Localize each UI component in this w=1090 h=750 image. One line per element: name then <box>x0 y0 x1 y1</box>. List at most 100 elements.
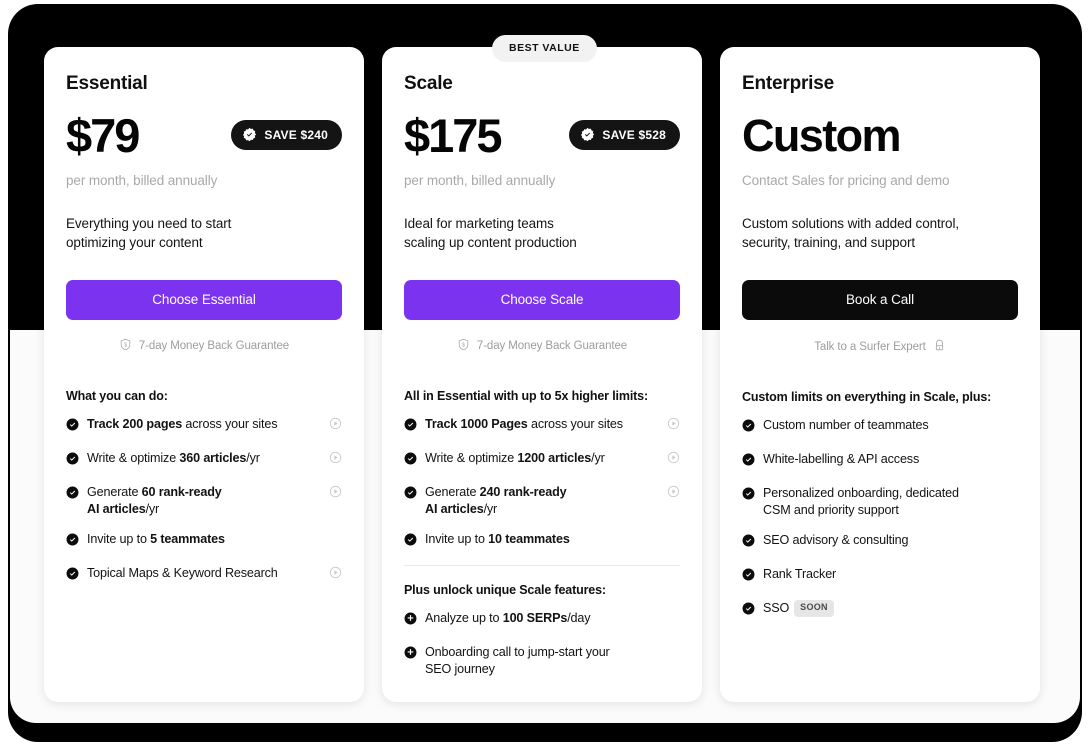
assurance-row: $7-day Money Back Guarantee <box>66 338 342 354</box>
feature-item: White-labelling & API access <box>742 451 1018 471</box>
play-circle-icon[interactable] <box>329 451 342 464</box>
check-circle-icon <box>742 419 755 432</box>
feature-bullet-icon <box>66 418 79 436</box>
feature-bullet-icon <box>66 452 79 470</box>
check-circle-icon <box>66 568 79 580</box>
feature-label: White-labelling & API access <box>763 452 920 466</box>
best-value-badge: BEST VALUE <box>492 35 597 62</box>
feature-item: Personalized onboarding, dedicated CSM an… <box>742 485 1018 518</box>
feature-label: Write & optimize 1200 articles/yr <box>425 451 605 465</box>
plan-name: Essential <box>66 73 148 94</box>
money-back-shield-icon: $ <box>120 338 131 351</box>
feature-item: Custom number of teammates <box>742 417 1018 437</box>
feature-bullet-icon <box>404 533 417 551</box>
assurance-label[interactable]: Talk to a Surfer Expert <box>814 341 926 353</box>
features-title: Custom limits on everything in Scale, pl… <box>742 390 992 404</box>
feature-label: Track 1000 Pages across your sites <box>425 417 623 431</box>
features-block: All in Essential with up to 5x higher li… <box>404 389 680 678</box>
play-circle-icon[interactable] <box>667 417 680 430</box>
plus-circle-icon <box>404 647 417 659</box>
plan-name: Scale <box>404 73 453 94</box>
svg-text:$: $ <box>462 342 465 348</box>
verified-seal-icon <box>243 127 257 142</box>
assurance-label: 7-day Money Back Guarantee <box>476 340 628 352</box>
billing-note: per month, billed annually <box>404 173 556 188</box>
feature-item: SSO SOON <box>742 600 1018 620</box>
feature-bullet-icon <box>742 534 755 552</box>
pricing-card-essential: Essential $79 SAVE $240 per month, billed a… <box>44 47 364 702</box>
play-circle-icon[interactable] <box>329 485 342 498</box>
surfer-expert-icon <box>935 339 943 351</box>
save-badge-label: SAVE $528 <box>602 127 666 142</box>
pricing-page: BEST VALUE Essential $79 SAVE $240 per mont… <box>0 0 1090 750</box>
assurance-row: Talk to a Surfer Expert <box>742 338 1018 355</box>
feature-label: Write & optimize 360 articles/yr <box>87 451 260 465</box>
feature-label: SEO advisory & consulting <box>763 533 909 548</box>
pricing-card-enterprise: Enterprise Custom Contact Sales for pricin… <box>720 47 1040 702</box>
feature-item: Invite up to 5 teammates <box>66 531 342 551</box>
feature-label: SSO SOON <box>763 600 834 618</box>
svg-text:$: $ <box>124 342 127 348</box>
billing-note: per month, billed annually <box>66 173 218 188</box>
feature-label: Track 200 pages across your sites <box>87 417 278 431</box>
feature-item: Generate 60 rank-ready AI articles/yr <box>66 484 342 517</box>
check-circle-icon <box>404 418 417 431</box>
feature-label: Rank Tracker <box>763 567 837 582</box>
check-circle-icon <box>742 535 755 547</box>
features-title: All in Essential with up to 5x higher li… <box>404 389 648 403</box>
check-circle-icon <box>742 453 755 466</box>
pricing-cards-container: Essential $79 SAVE $240 per month, billed a… <box>0 0 1090 750</box>
feature-item: SEO advisory & consulting <box>742 532 1018 552</box>
play-circle-icon[interactable] <box>667 485 680 498</box>
cta-button-scale[interactable]: Choose Scale <box>404 280 680 320</box>
feature-item: Track 1000 Pages across your sites <box>404 416 680 436</box>
plan-description: Custom solutions with added control, secu… <box>742 216 960 251</box>
feature-item: Write & optimize 1200 articles/yr <box>404 450 680 470</box>
play-circle-icon[interactable] <box>667 451 680 464</box>
save-badge: SAVE $240 <box>231 120 342 150</box>
feature-item: Write & optimize 360 articles/yr <box>66 450 342 470</box>
money-back-shield-icon: $ <box>457 338 470 354</box>
check-circle-icon <box>404 486 417 499</box>
feature-label: Topical Maps & Keyword Research <box>87 566 278 581</box>
plan-name: Enterprise <box>742 73 834 94</box>
feature-label: Generate 240 rank-ready AI articles/yr <box>425 485 567 516</box>
check-circle-icon <box>742 603 755 615</box>
feature-bullet-icon <box>66 486 79 504</box>
feature-item: Analyze up to 100 SERPs/day <box>404 610 680 630</box>
extra-features-title: Plus unlock unique Scale features: <box>404 583 606 598</box>
feature-bullet-icon <box>742 487 755 505</box>
plan-price: Custom <box>742 109 902 161</box>
plus-circle-icon <box>404 613 417 625</box>
cta-button-essential[interactable]: Choose Essential <box>66 280 342 320</box>
check-circle-icon <box>404 452 417 465</box>
features-block: Custom limits on everything in Scale, pl… <box>742 390 1018 620</box>
feature-label: Personalized onboarding, dedicated CSM an… <box>763 486 959 517</box>
feature-item: Generate 240 rank-ready AI articles/yr <box>404 484 680 517</box>
feature-item: Rank Tracker <box>742 566 1018 586</box>
extra-features-block: Plus unlock unique Scale features: Analyz… <box>404 583 680 677</box>
check-circle-icon <box>742 487 755 500</box>
feature-bullet-icon <box>404 486 417 504</box>
check-circle-icon <box>66 452 79 465</box>
feature-label: Custom number of teammates <box>763 418 929 432</box>
feature-bullet-icon <box>742 453 755 471</box>
feature-bullet-icon <box>66 567 79 585</box>
price-row: Custom <box>742 109 1018 161</box>
plan-description: Ideal for marketing teams scaling up cont… <box>404 216 577 251</box>
save-badge-label: SAVE $240 <box>264 127 328 142</box>
play-circle-icon[interactable] <box>329 566 342 579</box>
play-circle-icon[interactable] <box>329 417 342 430</box>
plan-price: $79 <box>66 108 140 162</box>
check-circle-icon <box>404 534 417 546</box>
check-circle-icon <box>742 569 755 581</box>
money-back-shield-icon: $ <box>119 338 132 354</box>
check-circle-icon <box>66 418 79 431</box>
save-badge: SAVE $528 <box>569 120 680 150</box>
features-title: What you can do: <box>66 389 168 403</box>
feature-bullet-icon <box>742 568 755 586</box>
assurance-label: 7-day Money Back Guarantee <box>138 340 290 352</box>
features-block: What you can do: Track 200 pages across y… <box>66 389 342 585</box>
features-divider <box>404 565 680 567</box>
cta-button-enterprise[interactable]: Book a Call <box>742 280 1018 320</box>
